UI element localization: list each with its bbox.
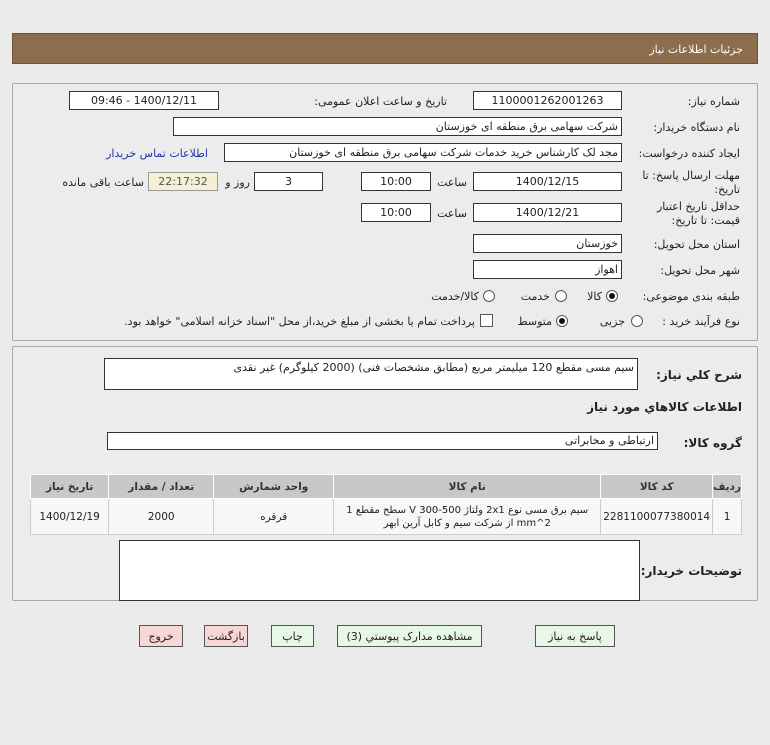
deadline-date-field: 1400/12/15 [473, 172, 622, 191]
category-option-goods-service: کالا/خدمت [431, 290, 479, 303]
province-label: استان محل تحویل: [653, 238, 740, 251]
days-field: 3 [254, 172, 323, 191]
page-title: جزئیات اطلاعات نیاز [649, 43, 743, 56]
announce-field: 1400/12/11 - 09:46 [69, 91, 219, 110]
col-name: نام کالا [333, 474, 602, 499]
process-label: نوع فرآیند خرید : [662, 315, 740, 328]
exit-button[interactable]: خروج [139, 625, 183, 647]
process-option-minor: جزیی [599, 315, 625, 328]
col-qty: تعداد / مقدار [108, 474, 215, 499]
category-radio-goods[interactable] [606, 290, 618, 302]
category-radio-service[interactable] [555, 290, 567, 302]
col-code: کد کالا [600, 474, 714, 499]
validity-label-2: قیمت: تا تاریخ: [671, 214, 740, 227]
process-radio-minor[interactable] [631, 315, 643, 327]
buyer-notes-label: توضیحات خریدار: [640, 564, 742, 578]
validity-time-label: ساعت [437, 207, 467, 220]
col-row: ردیف [712, 474, 742, 499]
cell-code: 2281100077380014 [600, 498, 714, 535]
need-number-label: شماره نیاز: [687, 95, 740, 108]
goods-table: ردیف کد کالا نام کالا واحد شمارش تعداد /… [29, 474, 742, 535]
category-option-service: خدمت [520, 290, 550, 303]
category-option-goods: کالا [587, 290, 602, 303]
city-field: اهواز [473, 260, 622, 279]
attachments-button[interactable]: مشاهده مدارک پیوستي (3) [337, 625, 482, 647]
contact-buyer-link[interactable]: اطلاعات تماس خریدار [106, 147, 208, 160]
back-button[interactable]: بازگشت [204, 625, 248, 647]
goods-group-label: گروه کالا: [683, 436, 742, 450]
validity-date-field: 1400/12/21 [473, 203, 622, 222]
validity-label: حداقل تاریخ اعتبار [656, 200, 740, 213]
buyer-org-field: شرکت سهامی برق منطقه ای خوزستان [173, 117, 622, 136]
table-row: 1 2281100077380014 سیم برق مسی نوع 2x1 و… [29, 498, 742, 535]
category-radio-goods-service[interactable] [483, 290, 495, 302]
remaining-label: ساعت باقی مانده [62, 176, 144, 189]
deadline-label-2: تاریخ: [714, 183, 740, 196]
col-unit: واحد شمارش [213, 474, 335, 499]
creator-label: ایجاد کننده درخواست: [638, 147, 740, 160]
payment-checkbox[interactable] [480, 314, 493, 327]
validity-time-field: 10:00 [361, 203, 431, 222]
buyer-notes-field [119, 540, 640, 601]
cell-qty: 2000 [108, 498, 215, 535]
summary-label: شرح کلي نیاز: [656, 368, 742, 382]
process-option-medium: متوسط [517, 315, 552, 328]
reply-button[interactable]: پاسخ به نیاز [535, 625, 615, 647]
deadline-time-label: ساعت [437, 176, 467, 189]
days-label: روز و [225, 176, 250, 189]
payment-note: پرداخت تمام یا بخشی از مبلغ خرید،از محل … [124, 315, 475, 328]
deadline-label: مهلت ارسال پاسخ: تا [642, 169, 740, 182]
need-number-field: 1100001262001263 [473, 91, 622, 110]
cell-name: سیم برق مسی نوع 2x1 ولتاژ 500-300 V سطح … [333, 498, 602, 535]
province-field: خوزستان [473, 234, 622, 253]
print-button[interactable]: چاپ [271, 625, 314, 647]
creator-field: مجد لک کارشناس خرید خدمات شرکت سهامی برق… [224, 143, 622, 162]
remaining-time-field: 22:17:32 [148, 172, 218, 191]
goods-group-field: ارتباطی و مخابراتی [107, 432, 658, 450]
cell-unit: قرقره [213, 498, 335, 535]
announce-label: تاریخ و ساعت اعلان عمومی: [314, 95, 447, 108]
buyer-org-label: نام دستگاه خریدار: [653, 121, 740, 134]
city-label: شهر محل تحویل: [660, 264, 740, 277]
page-header: جزئیات اطلاعات نیاز [12, 33, 758, 64]
goods-info-title: اطلاعات کالاهاي مورد نیاز [587, 400, 742, 414]
cell-date: 1400/12/19 [29, 498, 110, 535]
col-date: تاریخ نیاز [29, 474, 110, 499]
category-label: طبقه بندی موضوعی: [642, 290, 740, 303]
deadline-time-field: 10:00 [361, 172, 431, 191]
summary-field: سیم مسی مقطع 120 میلیمتر مربع (مطابق مشخ… [104, 358, 638, 390]
process-radio-medium[interactable] [556, 315, 568, 327]
cell-row: 1 [712, 498, 742, 535]
